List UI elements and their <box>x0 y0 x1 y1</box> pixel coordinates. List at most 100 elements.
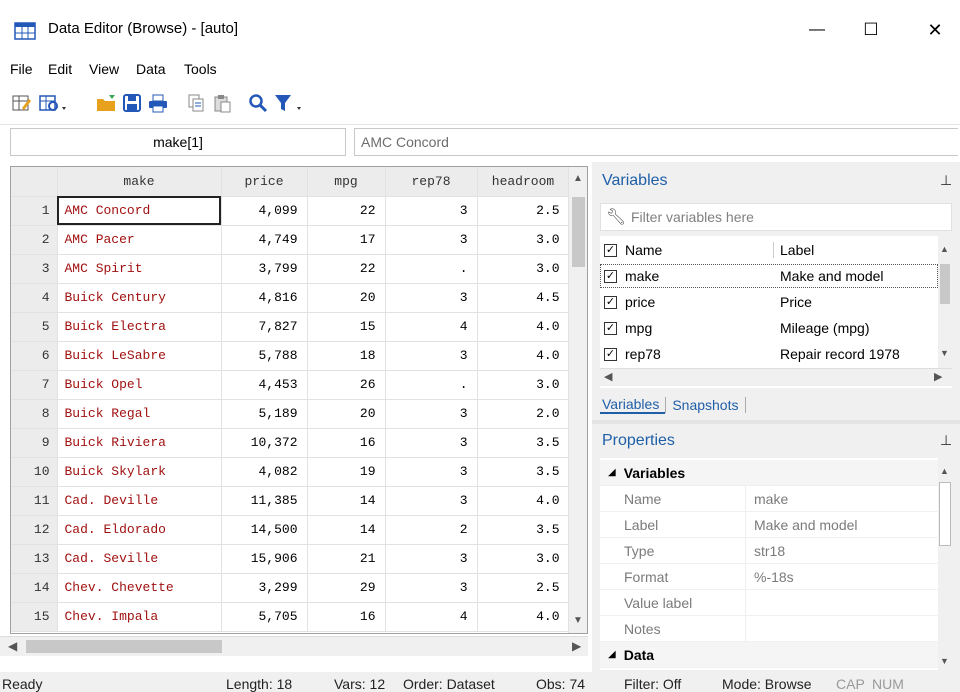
menu-edit[interactable]: Edit <box>48 61 72 77</box>
pin-icon[interactable]: ⊥ <box>940 432 952 449</box>
grid-horizontal-scrollbar[interactable]: ◀ ▶ <box>0 636 588 656</box>
grid-vertical-scrollbar[interactable]: ▲ ▼ <box>568 167 587 633</box>
table-row[interactable]: 6 Buick LeSabre 5,788 18 3 4.0 <box>11 341 570 371</box>
vertical-scroll-thumb[interactable] <box>572 197 585 267</box>
cell-price[interactable]: 15,906 <box>221 544 308 574</box>
table-row[interactable]: 3 AMC Spirit 3,799 22. 3.0 <box>11 254 570 284</box>
property-value[interactable]: %-18s <box>746 569 794 585</box>
cell-price[interactable]: 4,816 <box>221 283 308 313</box>
cell-headroom[interactable]: 3.0 <box>477 225 570 255</box>
browse-mode-button[interactable] <box>36 90 72 116</box>
column-header-make[interactable]: make <box>57 167 222 197</box>
cell-headroom[interactable]: 3.0 <box>477 544 570 574</box>
corner-cell[interactable] <box>11 167 58 197</box>
variable-checkbox[interactable]: ✓ <box>604 269 617 283</box>
variable-row[interactable]: ✓ mpg Mileage (mpg) <box>600 316 938 340</box>
save-button[interactable] <box>120 90 144 116</box>
scroll-down-icon[interactable]: ▼ <box>940 656 949 666</box>
column-header-price[interactable]: price <box>221 167 308 197</box>
cell-mpg[interactable]: 22 <box>307 196 386 226</box>
scroll-left-icon[interactable]: ◀ <box>604 370 612 383</box>
cell-price[interactable]: 3,799 <box>221 254 308 284</box>
property-row[interactable]: Value label <box>600 590 938 616</box>
paste-button[interactable] <box>210 90 234 116</box>
scroll-right-icon[interactable]: ▶ <box>572 639 581 653</box>
cell-price[interactable]: 10,372 <box>221 428 308 458</box>
close-button[interactable]: ✕ <box>912 8 958 52</box>
property-row[interactable]: Format %-18s <box>600 564 938 590</box>
cell-mpg[interactable]: 15 <box>307 312 386 342</box>
row-number[interactable]: 13 <box>11 544 58 574</box>
cell-make[interactable]: Buick Riviera <box>57 428 222 458</box>
filter-variables-input[interactable]: Filter variables here <box>631 209 754 225</box>
cell-rep78[interactable]: . <box>385 370 478 400</box>
property-value[interactable]: Make and model <box>746 517 858 533</box>
cell-price[interactable]: 14,500 <box>221 515 308 545</box>
cell-mpg[interactable]: 29 <box>307 573 386 603</box>
table-row[interactable]: 8 Buick Regal 5,189 20 3 2.0 <box>11 399 570 429</box>
row-number[interactable]: 12 <box>11 515 58 545</box>
cell-make[interactable]: Chev. Impala <box>57 602 222 632</box>
cell-headroom[interactable]: 2.5 <box>477 196 570 226</box>
row-number[interactable]: 8 <box>11 399 58 429</box>
table-row[interactable]: 7 Buick Opel 4,453 26. 3.0 <box>11 370 570 400</box>
cell-mpg[interactable]: 22 <box>307 254 386 284</box>
table-row[interactable]: 5 Buick Electra 7,827 15 4 4.0 <box>11 312 570 342</box>
filter-button[interactable] <box>272 90 308 116</box>
cell-mpg[interactable]: 18 <box>307 341 386 371</box>
cell-make[interactable]: Chev. Chevette <box>57 573 222 603</box>
panel-splitter[interactable] <box>592 420 960 424</box>
cell-rep78[interactable]: 3 <box>385 225 478 255</box>
cell-headroom[interactable]: 3.5 <box>477 515 570 545</box>
find-button[interactable] <box>246 90 270 116</box>
properties-vertical-scrollbar[interactable]: ▲ ▼ <box>938 458 952 670</box>
property-row[interactable]: Type str18 <box>600 538 938 564</box>
row-number[interactable]: 4 <box>11 283 58 313</box>
row-number[interactable]: 11 <box>11 486 58 516</box>
cell-mpg[interactable]: 14 <box>307 486 386 516</box>
cell-price[interactable]: 3,299 <box>221 573 308 603</box>
property-row[interactable]: Label Make and model <box>600 512 938 538</box>
cell-price[interactable]: 4,453 <box>221 370 308 400</box>
cell-headroom[interactable]: 4.0 <box>477 486 570 516</box>
cell-headroom[interactable]: 3.0 <box>477 370 570 400</box>
column-header-mpg[interactable]: mpg <box>307 167 386 197</box>
row-number[interactable]: 2 <box>11 225 58 255</box>
cell-make[interactable]: Buick Opel <box>57 370 222 400</box>
cell-rep78[interactable]: 3 <box>385 341 478 371</box>
scroll-down-icon[interactable]: ▼ <box>940 348 949 358</box>
cell-headroom[interactable]: 4.0 <box>477 602 570 632</box>
cell-rep78[interactable]: 4 <box>385 312 478 342</box>
cell-headroom[interactable]: 4.0 <box>477 312 570 342</box>
menu-tools[interactable]: Tools <box>184 61 217 77</box>
properties-scroll-thumb[interactable] <box>939 482 951 546</box>
cell-headroom[interactable]: 2.0 <box>477 399 570 429</box>
menu-file[interactable]: File <box>10 61 33 77</box>
scroll-up-icon[interactable]: ▲ <box>573 173 583 184</box>
open-button[interactable] <box>94 90 118 116</box>
tab-snapshots[interactable]: Snapshots <box>665 397 746 413</box>
column-name-header[interactable]: Name <box>625 242 773 258</box>
row-number[interactable]: 10 <box>11 457 58 487</box>
cell-rep78[interactable]: 3 <box>385 486 478 516</box>
table-row[interactable]: 14 Chev. Chevette 3,299 29 3 2.5 <box>11 573 570 603</box>
select-all-checkbox[interactable]: ✓ <box>604 243 617 257</box>
cell-rep78[interactable]: 3 <box>385 428 478 458</box>
cell-mpg[interactable]: 16 <box>307 428 386 458</box>
copy-button[interactable] <box>184 90 208 116</box>
scroll-right-icon[interactable]: ▶ <box>934 370 942 383</box>
cell-headroom[interactable]: 4.5 <box>477 283 570 313</box>
row-number[interactable]: 1 <box>11 196 58 226</box>
cell-make[interactable]: AMC Spirit <box>57 254 222 284</box>
cell-make[interactable]: Buick Regal <box>57 399 222 429</box>
cell-rep78[interactable]: 3 <box>385 573 478 603</box>
cell-value-input[interactable]: AMC Concord <box>354 128 958 156</box>
cell-rep78[interactable]: 3 <box>385 283 478 313</box>
cell-mpg[interactable]: 20 <box>307 399 386 429</box>
scroll-up-icon[interactable]: ▲ <box>940 244 949 254</box>
cell-price[interactable]: 5,788 <box>221 341 308 371</box>
cell-rep78[interactable]: 4 <box>385 602 478 632</box>
table-row[interactable]: 1 AMC Concord 4,099 22 3 2.5 <box>11 196 570 226</box>
variable-row[interactable]: ✓ price Price <box>600 290 938 314</box>
row-number[interactable]: 14 <box>11 573 58 603</box>
